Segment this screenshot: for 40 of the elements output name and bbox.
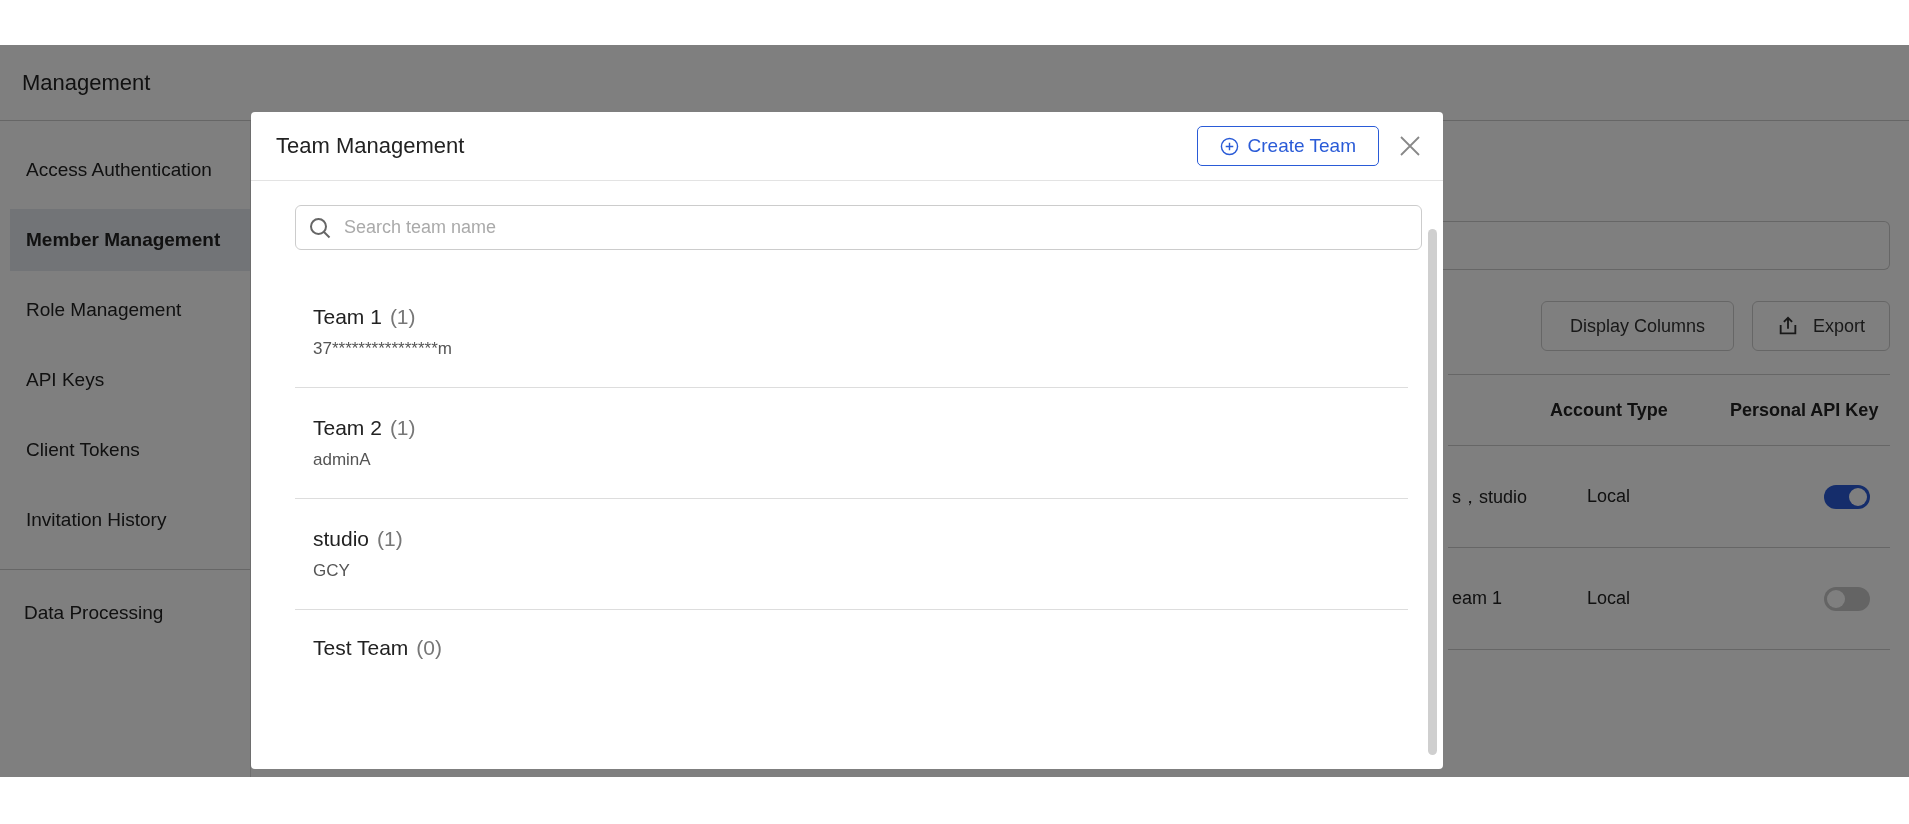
member-count: (1) xyxy=(389,416,416,439)
close-icon[interactable] xyxy=(1399,135,1421,157)
team-name: Team 2 xyxy=(313,416,382,439)
team-list-item[interactable]: Team 1 (1) 37****************m xyxy=(295,277,1408,388)
team-list-item[interactable]: studio (1) GCY xyxy=(295,499,1408,610)
toggle-switch[interactable] xyxy=(1824,586,1870,611)
dialog-title: Team Management xyxy=(276,133,466,159)
team-list-item[interactable]: Test Team (0) xyxy=(295,610,1408,704)
team-members: GCY xyxy=(313,561,351,581)
team-members: adminA xyxy=(313,450,372,470)
sidebar-item[interactable]: Invitation History xyxy=(10,489,250,551)
search-field[interactable]: Search team name xyxy=(295,205,1422,250)
table-cell: Local xyxy=(1587,486,1631,506)
team-list-item[interactable]: Team 2 (1) adminA xyxy=(295,388,1408,499)
member-count: (1) xyxy=(377,527,403,550)
sidebar-item[interactable]: API Keys xyxy=(10,349,250,411)
table-cell: Local xyxy=(1587,588,1631,608)
team-name: Team 1 xyxy=(313,305,382,328)
table-cell: eam 1 xyxy=(1452,588,1503,608)
sidebar-item[interactable]: Client Tokens xyxy=(10,419,250,481)
display-columns-button[interactable]: Display Columns xyxy=(1540,301,1734,351)
sidebar-item[interactable]: Data Processing xyxy=(0,582,250,644)
column-header: Account Type xyxy=(1550,399,1668,420)
page-title: Management xyxy=(22,69,151,96)
team-name: Test Team xyxy=(313,636,409,659)
export-button[interactable]: Export xyxy=(1751,301,1890,351)
member-count: (0) xyxy=(416,636,442,659)
member-count: (1) xyxy=(389,305,416,328)
scrollbar[interactable] xyxy=(1428,229,1437,755)
search-icon xyxy=(309,217,331,239)
create-team-button[interactable]: Create Team xyxy=(1196,126,1379,166)
table-cell: s，studio xyxy=(1452,486,1528,507)
plus-circle-icon xyxy=(1219,136,1239,156)
sidebar-item[interactable]: Role Management xyxy=(10,279,250,341)
toggle-switch[interactable] xyxy=(1824,484,1870,509)
sidebar-item[interactable]: Access Authentication xyxy=(10,139,250,201)
team-name: studio xyxy=(313,527,370,550)
sidebar-item[interactable]: Member Management xyxy=(10,209,250,271)
team-members: 37****************m xyxy=(313,339,453,359)
column-header: Personal API Key xyxy=(1730,399,1879,420)
